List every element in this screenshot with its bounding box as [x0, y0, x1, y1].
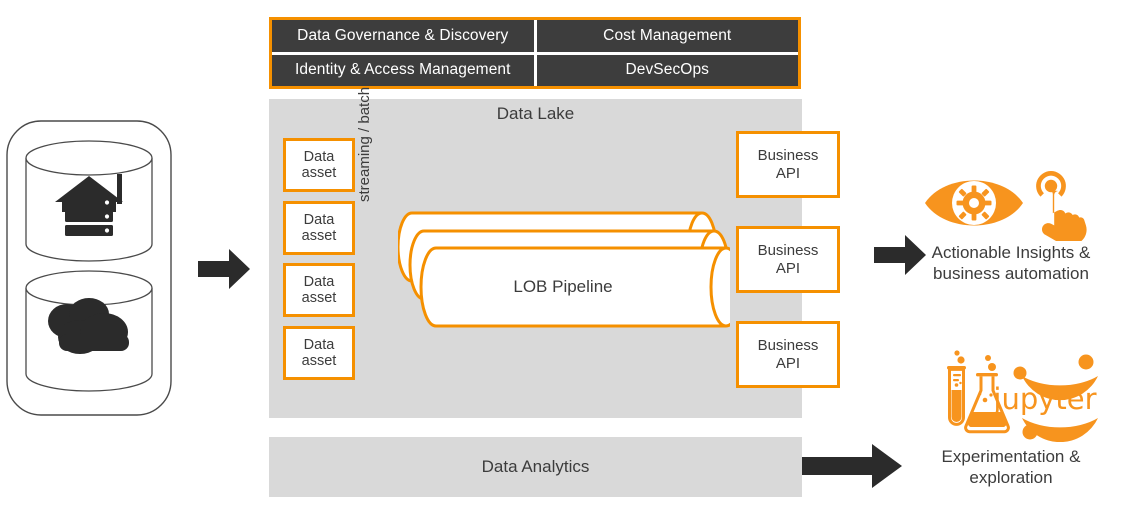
- business-api-box[interactable]: Business API: [736, 131, 840, 198]
- experimentation-caption: Experimentation & exploration: [905, 446, 1117, 489]
- business-api-label-line1: Business: [757, 242, 819, 260]
- lob-pipeline-cylinders: [398, 211, 730, 328]
- gov-cell-devsecops[interactable]: DevSecOps: [536, 54, 798, 86]
- governance-header-table: Data Governance & Discovery Cost Managem…: [269, 17, 801, 89]
- test-tube-icon: [947, 350, 966, 426]
- business-api-label-line2: API: [775, 164, 801, 182]
- business-api-label-line2: API: [775, 354, 801, 372]
- data-asset-label-line2: asset: [301, 290, 337, 306]
- data-asset-box[interactable]: Data asset: [283, 138, 355, 192]
- data-asset-box[interactable]: Data asset: [283, 326, 355, 380]
- business-api-box[interactable]: Business API: [736, 321, 840, 388]
- data-asset-label-line1: Data: [303, 336, 335, 353]
- experimentation-line2: exploration: [969, 468, 1053, 488]
- data-asset-box[interactable]: Data asset: [283, 201, 355, 255]
- business-api-label-line1: Business: [757, 337, 819, 355]
- data-lake-title: Data Lake: [496, 104, 575, 123]
- data-asset-label-line2: asset: [301, 353, 337, 369]
- actionable-insights-caption: Actionable Insights & business automatio…: [905, 242, 1117, 285]
- data-asset-label-line2: asset: [301, 165, 337, 181]
- actionable-insights-line1: Actionable Insights &: [931, 243, 1091, 262]
- experimentation-line1: Experimentation &: [941, 447, 1081, 466]
- business-api-label-line2: API: [775, 259, 801, 277]
- tap-hand-icon: [1036, 171, 1087, 241]
- data-asset-label-line1: Data: [303, 211, 335, 228]
- jupyter-wordmark: jupyter: [993, 382, 1097, 416]
- data-asset-label-line1: Data: [303, 273, 335, 290]
- eye-gear-icon: [925, 180, 1023, 226]
- arrow-analytics-to-experimentation: [802, 444, 902, 488]
- actionable-insights-icons: [925, 171, 1087, 241]
- gov-cell-data-governance[interactable]: Data Governance & Discovery: [272, 20, 534, 52]
- actionable-insights-line2: business automation: [933, 264, 1089, 284]
- gov-cell-cost-management[interactable]: Cost Management: [536, 20, 798, 52]
- gov-cell-identity-access[interactable]: Identity & Access Management: [272, 54, 534, 86]
- data-analytics-label: Data Analytics: [481, 457, 590, 476]
- data-analytics-bar: Data Analytics: [269, 437, 802, 497]
- arrow-sources-to-lake: [198, 249, 250, 289]
- lob-pipeline-label: LOB Pipeline: [513, 277, 613, 296]
- streaming-batch-label: streaming / batch: [356, 86, 373, 202]
- data-asset-label-line1: Data: [303, 148, 335, 165]
- data-sources-group: [6, 120, 172, 416]
- business-api-label-line1: Business: [757, 147, 819, 165]
- data-asset-label-line2: asset: [301, 228, 337, 244]
- data-asset-box[interactable]: Data asset: [283, 263, 355, 317]
- business-api-box[interactable]: Business API: [736, 226, 840, 293]
